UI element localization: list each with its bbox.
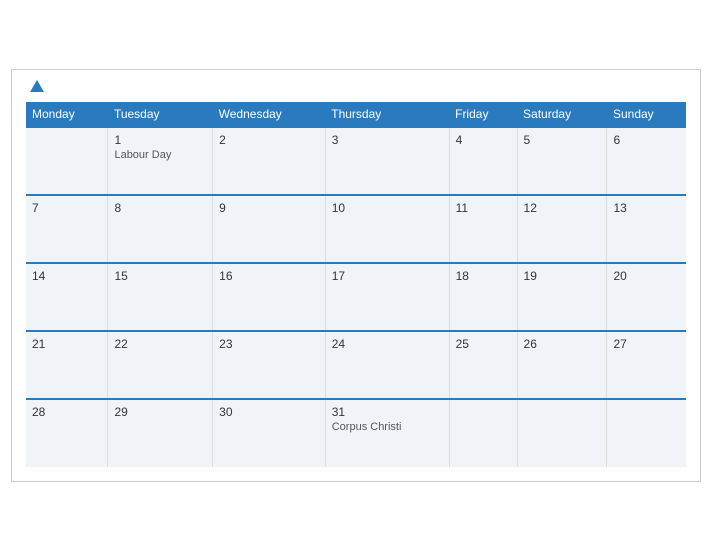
weekday-header-thursday: Thursday <box>325 102 449 127</box>
day-number: 13 <box>613 201 680 215</box>
day-number: 26 <box>524 337 601 351</box>
calendar-cell <box>517 399 607 467</box>
day-number: 23 <box>219 337 319 351</box>
day-number: 4 <box>456 133 511 147</box>
calendar-cell: 2 <box>213 127 326 195</box>
day-number: 1 <box>114 133 206 147</box>
calendar-cell: 10 <box>325 195 449 263</box>
calendar-cell <box>449 399 517 467</box>
calendar-cell: 4 <box>449 127 517 195</box>
day-number: 24 <box>332 337 443 351</box>
calendar-cell <box>26 127 108 195</box>
day-number: 20 <box>613 269 680 283</box>
weekday-header-saturday: Saturday <box>517 102 607 127</box>
holiday-name: Corpus Christi <box>332 421 443 433</box>
day-number: 27 <box>613 337 680 351</box>
calendar-cell: 7 <box>26 195 108 263</box>
day-number: 8 <box>114 201 206 215</box>
day-number: 11 <box>456 201 511 215</box>
weekday-header-wednesday: Wednesday <box>213 102 326 127</box>
holiday-name: Labour Day <box>114 149 206 161</box>
calendar-cell: 3 <box>325 127 449 195</box>
calendar-cell: 9 <box>213 195 326 263</box>
calendar-cell: 26 <box>517 331 607 399</box>
day-number: 18 <box>456 269 511 283</box>
calendar-cell: 1 Labour Day <box>108 127 213 195</box>
calendar-cell: 28 <box>26 399 108 467</box>
calendar-header <box>26 80 686 92</box>
calendar-cell: 31 Corpus Christi <box>325 399 449 467</box>
calendar-cell: 19 <box>517 263 607 331</box>
calendar-cell: 8 <box>108 195 213 263</box>
calendar-cell: 13 <box>607 195 686 263</box>
day-number: 14 <box>32 269 101 283</box>
day-number: 10 <box>332 201 443 215</box>
calendar-cell: 30 <box>213 399 326 467</box>
logo <box>26 80 44 92</box>
calendar-cell: 5 <box>517 127 607 195</box>
day-number: 30 <box>219 405 319 419</box>
calendar-cell: 12 <box>517 195 607 263</box>
calendar-cell: 20 <box>607 263 686 331</box>
day-number: 21 <box>32 337 101 351</box>
weekday-header-row: MondayTuesdayWednesdayThursdayFridaySatu… <box>26 102 686 127</box>
day-number: 17 <box>332 269 443 283</box>
calendar-cell: 29 <box>108 399 213 467</box>
day-number: 19 <box>524 269 601 283</box>
logo-triangle-icon <box>30 80 44 92</box>
day-number: 25 <box>456 337 511 351</box>
day-number: 31 <box>332 405 443 419</box>
week-row-1: 1 Labour Day 23456 <box>26 127 686 195</box>
day-number: 9 <box>219 201 319 215</box>
calendar-cell: 16 <box>213 263 326 331</box>
calendar-cell: 21 <box>26 331 108 399</box>
calendar-cell: 25 <box>449 331 517 399</box>
day-number: 5 <box>524 133 601 147</box>
day-number: 22 <box>114 337 206 351</box>
calendar-table: MondayTuesdayWednesdayThursdayFridaySatu… <box>26 102 686 467</box>
calendar-cell: 15 <box>108 263 213 331</box>
day-number: 7 <box>32 201 101 215</box>
day-number: 29 <box>114 405 206 419</box>
calendar-cell: 22 <box>108 331 213 399</box>
calendar-cell: 24 <box>325 331 449 399</box>
day-number: 12 <box>524 201 601 215</box>
weekday-header-tuesday: Tuesday <box>108 102 213 127</box>
calendar-cell <box>607 399 686 467</box>
weekday-header-friday: Friday <box>449 102 517 127</box>
day-number: 16 <box>219 269 319 283</box>
day-number: 28 <box>32 405 101 419</box>
weekday-header-monday: Monday <box>26 102 108 127</box>
weekday-header-sunday: Sunday <box>607 102 686 127</box>
day-number: 3 <box>332 133 443 147</box>
calendar-cell: 11 <box>449 195 517 263</box>
day-number: 15 <box>114 269 206 283</box>
calendar-cell: 27 <box>607 331 686 399</box>
calendar-cell: 17 <box>325 263 449 331</box>
calendar-cell: 14 <box>26 263 108 331</box>
calendar-cell: 18 <box>449 263 517 331</box>
week-row-2: 789 10 11 12 13 <box>26 195 686 263</box>
calendar-cell: 23 <box>213 331 326 399</box>
week-row-3: 14 15 16 17 18 19 20 <box>26 263 686 331</box>
week-row-4: 21 22 23 24 25 26 27 <box>26 331 686 399</box>
calendar-container: MondayTuesdayWednesdayThursdayFridaySatu… <box>11 69 701 482</box>
day-number: 2 <box>219 133 319 147</box>
calendar-cell: 6 <box>607 127 686 195</box>
week-row-5: 28 29 30 31 Corpus Christi <box>26 399 686 467</box>
day-number: 6 <box>613 133 680 147</box>
